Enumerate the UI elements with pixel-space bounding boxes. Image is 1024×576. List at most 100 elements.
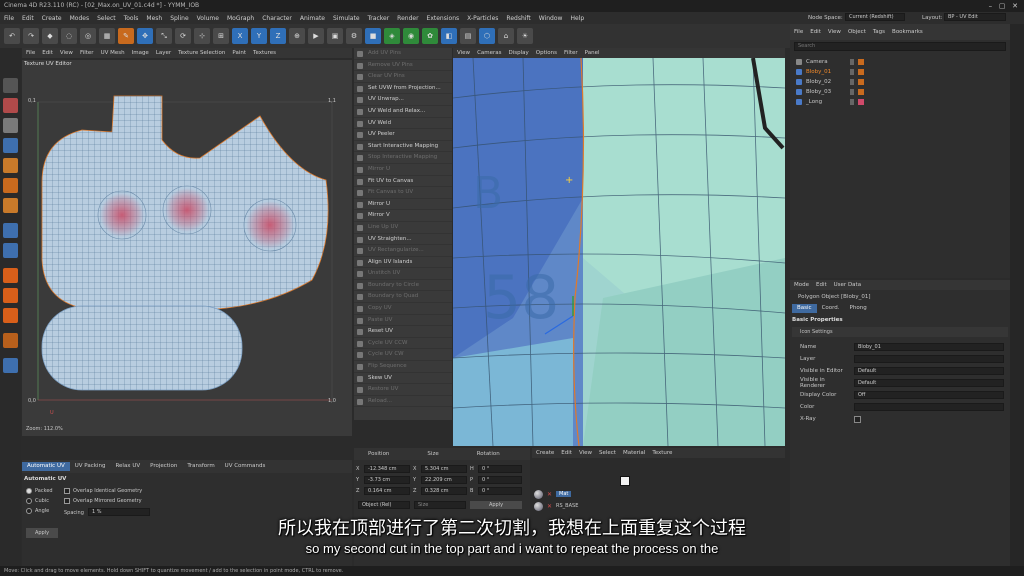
uv-command-item[interactable]: Mirror U xyxy=(354,199,452,211)
visibility-dots-icon[interactable] xyxy=(850,69,854,75)
menu-item-mesh[interactable]: Mesh xyxy=(146,15,162,22)
viewport-menu-panel[interactable]: Panel xyxy=(585,50,600,56)
live-select-icon[interactable]: ◎ xyxy=(80,28,96,44)
viewport-menu-view[interactable]: View xyxy=(457,50,470,56)
attribute-value-field[interactable] xyxy=(854,403,1004,411)
3d-viewport[interactable]: B 58 + xyxy=(453,58,785,446)
tag-icon[interactable] xyxy=(858,89,864,95)
menu-item-x-particles[interactable]: X-Particles xyxy=(467,15,498,22)
coord-system-icon[interactable]: ⊕ xyxy=(289,28,305,44)
om-menu-file[interactable]: File xyxy=(794,29,803,35)
attr-menu-mode[interactable]: Mode xyxy=(794,282,809,288)
attr-tab-coord[interactable]: Coord. xyxy=(817,304,845,313)
window-controls[interactable]: – ▢ ✕ xyxy=(989,2,1018,10)
magnet-icon[interactable] xyxy=(3,333,18,348)
om-menu-object[interactable]: Object xyxy=(848,29,866,35)
icon-settings-row[interactable]: Icon Settings xyxy=(792,327,1008,337)
uv-command-item[interactable]: Add UV Pins xyxy=(354,48,452,60)
attribute-value-field[interactable]: Bloby_01 xyxy=(854,343,1004,351)
attribute-value-field[interactable]: Default xyxy=(854,367,1004,375)
redo-icon[interactable]: ↷ xyxy=(23,28,39,44)
delete-x-icon[interactable]: ✕ xyxy=(547,503,552,510)
uv-menu-filter[interactable]: Filter xyxy=(80,50,94,56)
scene-icon[interactable]: ⬡ xyxy=(479,28,495,44)
coord-size-select[interactable]: Size xyxy=(414,501,466,509)
attribute-value-field[interactable] xyxy=(854,355,1004,363)
xray-checkbox[interactable] xyxy=(854,415,861,423)
uv-command-item[interactable]: Set UVW from Projection... xyxy=(354,83,452,95)
uv-tools-tab-automatic-uv[interactable]: Automatic UV xyxy=(22,462,70,471)
uv-canvas[interactable]: 0,1 1,1 0,0 1,0 U Zoom: 112.0% xyxy=(22,60,352,436)
menu-item-extensions[interactable]: Extensions xyxy=(427,15,460,22)
uv-command-item[interactable]: Align UV Islands xyxy=(354,257,452,269)
object-search-input[interactable]: Search xyxy=(794,42,1006,51)
menu-item-create[interactable]: Create xyxy=(42,15,62,22)
uv-command-item[interactable]: Line Up UV xyxy=(354,222,452,234)
move-tool-icon[interactable]: ✥ xyxy=(137,28,153,44)
uv-menu-file[interactable]: File xyxy=(26,50,35,56)
snap-enable-icon[interactable] xyxy=(3,243,18,258)
coord-size-field[interactable]: 22.209 cm xyxy=(421,475,467,484)
delete-x-icon[interactable]: ✕ xyxy=(547,491,552,498)
visibility-dots-icon[interactable] xyxy=(850,79,854,85)
projection-radio-packed[interactable]: Packed xyxy=(26,486,53,496)
solo-hierarchy-icon[interactable] xyxy=(3,288,18,303)
uv-command-item[interactable]: Boundary to Quad xyxy=(354,291,452,304)
rotate-tool-icon[interactable]: ⟳ xyxy=(175,28,191,44)
tag-icon[interactable] xyxy=(858,59,864,65)
menu-item-volume[interactable]: Volume xyxy=(197,15,219,22)
visibility-dots-icon[interactable] xyxy=(850,59,854,65)
uv-command-item[interactable]: Remove UV Pins xyxy=(354,60,452,72)
solo-off-icon[interactable] xyxy=(3,308,18,323)
render-picture-icon[interactable]: ▣ xyxy=(327,28,343,44)
menu-item-spline[interactable]: Spline xyxy=(170,15,188,22)
uv-menu-edit[interactable]: Edit xyxy=(42,50,53,56)
coord-position-field[interactable]: -12.348 cm xyxy=(364,464,410,473)
menu-item-tracker[interactable]: Tracker xyxy=(368,15,390,22)
polygons-mode-icon[interactable] xyxy=(3,158,18,173)
attr-tab-phong[interactable]: Phong xyxy=(845,304,872,313)
menu-item-modes[interactable]: Modes xyxy=(70,15,89,22)
uv-command-item[interactable]: Reset UV xyxy=(354,326,452,338)
uv-tools-tab-projection[interactable]: Projection xyxy=(145,462,182,471)
attribute-value-field[interactable]: Off xyxy=(854,391,1004,399)
field-icon[interactable]: ▤ xyxy=(460,28,476,44)
object-mode-icon[interactable] xyxy=(3,78,18,93)
material-menu-material[interactable]: Material xyxy=(623,450,645,456)
visibility-dots-icon[interactable] xyxy=(850,89,854,95)
menu-item-mograph[interactable]: MoGraph xyxy=(227,15,254,22)
axis-x-icon[interactable]: X xyxy=(232,28,248,44)
model-mode-icon[interactable]: ◆ xyxy=(42,28,58,44)
uv-menu-uv-mesh[interactable]: UV Mesh xyxy=(101,50,125,56)
viewport-menu-filter[interactable]: Filter xyxy=(564,50,578,56)
menu-item-tools[interactable]: Tools xyxy=(124,15,139,22)
uv-command-item[interactable]: Clear UV Pins xyxy=(354,71,452,83)
axis-y-icon[interactable]: Y xyxy=(251,28,267,44)
cloner-icon[interactable]: ✿ xyxy=(422,28,438,44)
workplane-icon[interactable] xyxy=(3,223,18,238)
om-menu-bookmarks[interactable]: Bookmarks xyxy=(892,29,923,35)
menu-item-file[interactable]: File xyxy=(4,15,14,22)
grid-icon[interactable] xyxy=(3,358,18,373)
menu-item-edit[interactable]: Edit xyxy=(22,15,34,22)
material-menu-view[interactable]: View xyxy=(579,450,592,456)
coord-position-field[interactable]: 0.164 cm xyxy=(364,486,410,495)
attr-menu-user-data[interactable]: User Data xyxy=(834,282,861,288)
uv-command-item[interactable]: Fit Canvas to UV xyxy=(354,187,452,199)
object-row[interactable]: Camera xyxy=(796,57,1004,67)
material-menu-create[interactable]: Create xyxy=(536,450,554,456)
uv-command-item[interactable]: Start Interactive Mapping xyxy=(354,141,452,153)
tag-icon[interactable] xyxy=(858,99,864,105)
subdivision-icon[interactable]: ◉ xyxy=(403,28,419,44)
coord-size-field[interactable]: 0.328 cm xyxy=(421,486,467,495)
viewport-menu-display[interactable]: Display xyxy=(509,50,529,56)
uv-command-item[interactable]: Skew UV xyxy=(354,373,452,385)
uv-menu-image[interactable]: Image xyxy=(132,50,149,56)
material-menu-select[interactable]: Select xyxy=(599,450,616,456)
object-row[interactable]: _Long xyxy=(796,97,1004,107)
uv-tools-tab-uv-packing[interactable]: UV Packing xyxy=(70,462,111,471)
transform-tool-icon[interactable]: ⊹ xyxy=(194,28,210,44)
overlap-checkbox[interactable]: Overlap Identical Geometry xyxy=(64,486,142,496)
coord-apply-button[interactable]: Apply xyxy=(470,501,522,509)
projection-radio-cubic[interactable]: Cubic xyxy=(26,496,53,506)
